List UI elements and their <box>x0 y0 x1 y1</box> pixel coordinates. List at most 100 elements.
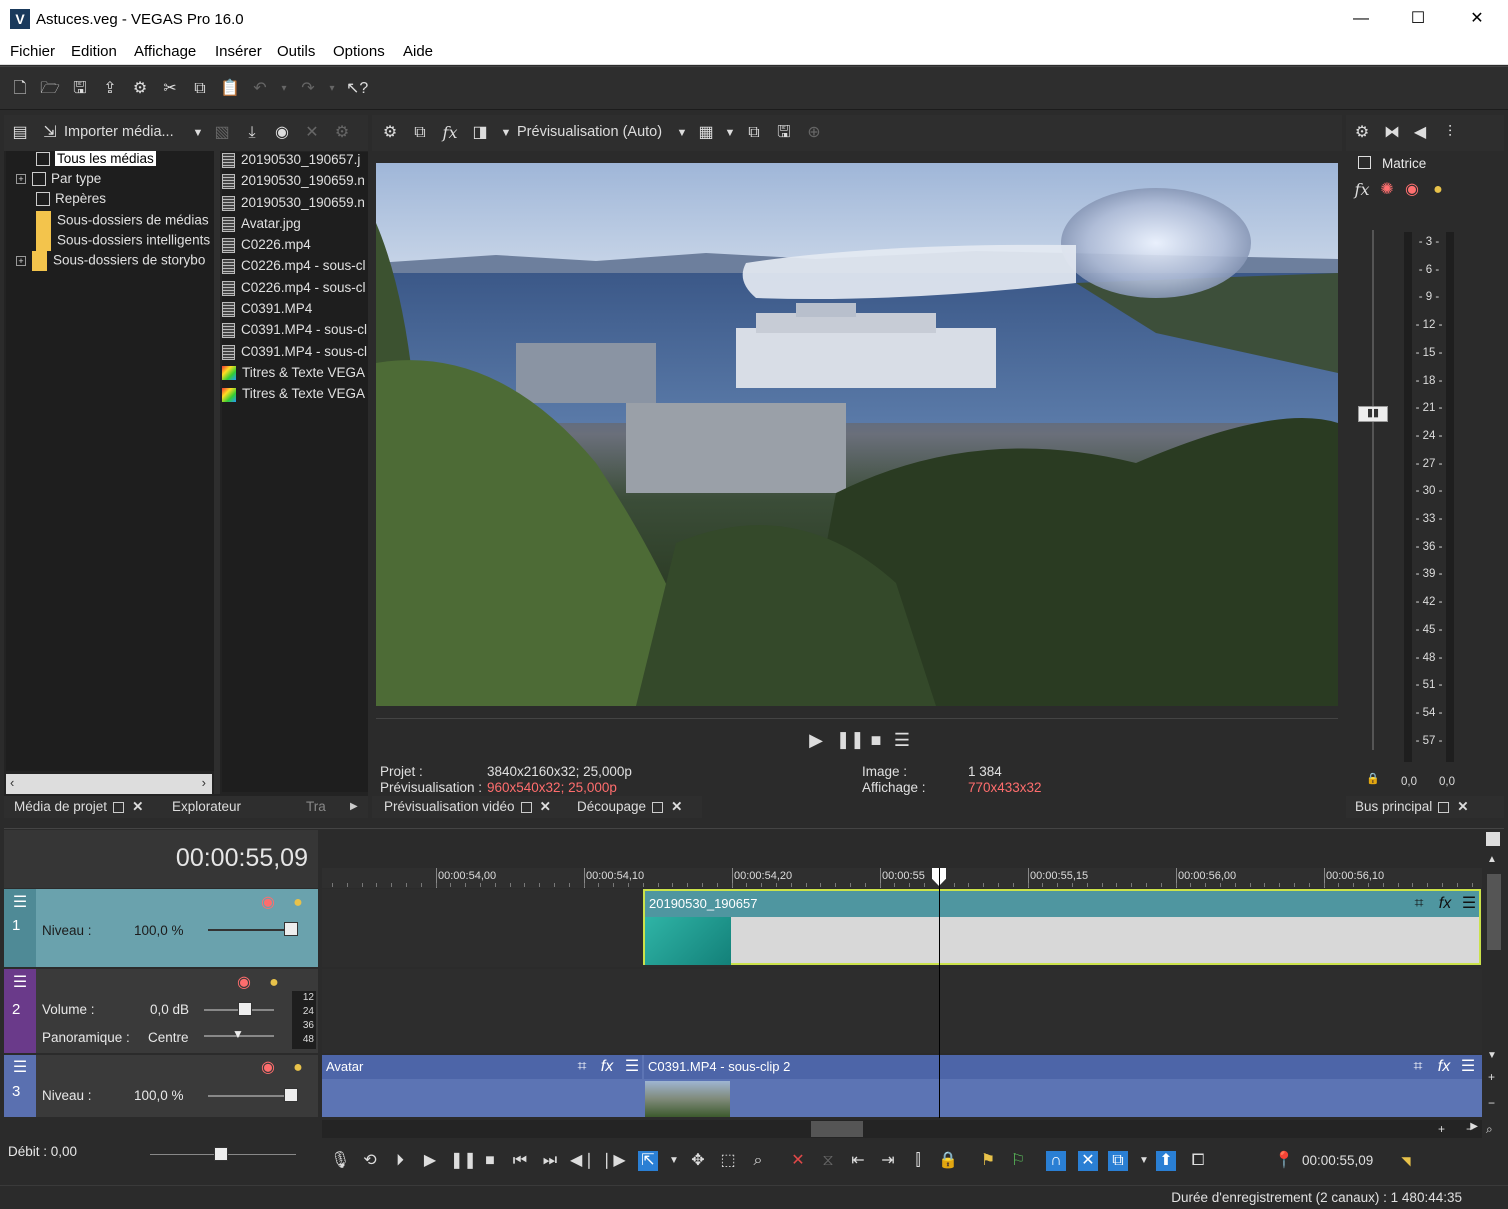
track-menu-icon[interactable]: ☰ <box>10 1058 30 1078</box>
tree-item-markers[interactable]: Repères <box>36 191 106 211</box>
import-media-icon[interactable]: ⇲ <box>40 123 60 143</box>
properties-gear-icon[interactable]: ⚙ <box>130 79 150 99</box>
scroll-up-icon[interactable]: ▲ <box>1487 854 1497 865</box>
go-to-end-icon[interactable]: ⏭ <box>540 1151 560 1171</box>
web-media-icon[interactable]: ◉ <box>272 123 292 143</box>
close-tab-icon[interactable]: ✕ <box>132 799 143 815</box>
close-tab-icon[interactable]: ✕ <box>540 799 551 815</box>
speaker-mute-icon[interactable]: ◀ <box>1410 123 1430 143</box>
track-solo-icon[interactable]: ● <box>264 973 284 993</box>
edit-tool-dropdown-icon[interactable]: ▼ <box>664 1151 684 1171</box>
clip-menu-icon[interactable]: ☰ <box>1459 894 1479 914</box>
downmix-icon[interactable]: ⧓ <box>1382 123 1402 143</box>
marker-flag-icon[interactable]: ◥ <box>1396 1151 1416 1171</box>
tab-master-bus[interactable]: Bus principal ✕ <box>1355 799 1469 815</box>
media-views-icon[interactable]: ▤ <box>10 123 30 143</box>
scroll-right-icon[interactable]: › <box>202 775 206 790</box>
undo-dropdown-icon[interactable]: ▾ <box>274 79 294 99</box>
media-file-item[interactable]: C0391.MP4 - sous-cl <box>222 322 368 343</box>
tab-project-media[interactable]: Média de projet ✕ <box>14 799 143 815</box>
auto-ripple-icon[interactable]: ⧉ <box>1108 1151 1128 1171</box>
mixer-faders-icon[interactable]: ⫶ <box>1440 123 1460 143</box>
overlays-dropdown-icon[interactable]: ▼ <box>720 123 740 143</box>
track-solo-icon[interactable]: ● <box>288 893 308 913</box>
tab-explorer[interactable]: Explorateur <box>172 799 241 814</box>
track-menu-icon[interactable]: ☰ <box>10 893 30 913</box>
stop-icon[interactable]: ■ <box>480 1151 500 1171</box>
previous-frame-icon[interactable]: ◀❘ <box>570 1151 596 1171</box>
media-file-item[interactable]: 20190530_190659.n <box>222 195 368 216</box>
media-file-item[interactable]: C0226.mp4 - sous-cl <box>222 280 368 301</box>
tab-scroll-right-icon[interactable]: ▶ <box>350 801 358 812</box>
ignore-grouping-icon[interactable]: ⧠ <box>1188 1151 1208 1171</box>
media-file-item[interactable]: Titres & Texte VEGA <box>222 365 368 386</box>
insert-region-icon[interactable]: ⚐ <box>1008 1151 1028 1171</box>
menu-fichier[interactable]: Fichier <box>10 43 55 60</box>
tab-transitions[interactable]: Tra <box>306 799 326 814</box>
minimize-icon[interactable]: — <box>1350 8 1372 30</box>
overlays-grid-icon[interactable]: ▦ <box>696 123 716 143</box>
master-fader-handle[interactable]: ▮▮ <box>1358 406 1388 422</box>
maximize-icon[interactable]: ☐ <box>1407 8 1429 30</box>
panel-splitter[interactable] <box>214 151 220 794</box>
pan-slider-handle[interactable]: ▼ <box>232 1027 244 1041</box>
remove-media-icon[interactable]: ✕ <box>302 123 322 143</box>
adjust-size-icon[interactable]: ⊕ <box>804 123 824 143</box>
undock-icon[interactable] <box>113 801 125 813</box>
volume-slider-handle[interactable] <box>238 1002 252 1016</box>
envelope-tool-icon[interactable]: ✥ <box>688 1151 708 1171</box>
track-mute-icon[interactable]: ◉ <box>234 973 254 993</box>
timeline-vertical-scrollbar[interactable]: ▲ ▼ + − <box>1484 830 1504 1118</box>
bus-fx-icon[interactable]: fx <box>1352 180 1372 200</box>
media-file-item[interactable]: C0226.mp4 <box>222 237 368 258</box>
close-icon[interactable]: ✕ <box>1466 8 1488 30</box>
delete-icon[interactable]: ✕ <box>788 1151 808 1171</box>
track-mute-icon[interactable]: ◉ <box>258 1058 278 1078</box>
split-icon[interactable]: ⫿ <box>908 1151 928 1171</box>
undock-icon[interactable] <box>520 801 532 813</box>
c0391-clip-header[interactable]: C0391.MP4 - sous-clip 2 ⌗ fx ☰ <box>644 1055 1482 1079</box>
timeline-timecode[interactable]: 00:00:55,09 <box>176 844 308 873</box>
redo-icon[interactable]: ↷ <box>298 79 318 99</box>
expand-icon[interactable]: + <box>16 174 26 185</box>
event-fx-icon[interactable]: fx <box>1434 1057 1454 1077</box>
event-pan-crop-icon[interactable]: ⌗ <box>1408 1057 1428 1077</box>
track-header-3[interactable]: ☰ 3 ◉ ● Niveau : 100,0 % <box>4 1055 318 1117</box>
video-fx-icon[interactable]: fx <box>440 123 460 143</box>
video-clip[interactable]: 20190530_190657 ⌗ fx ☰ <box>643 889 1481 965</box>
import-dropdown-icon[interactable]: ▼ <box>188 123 208 143</box>
event-fx-icon[interactable]: fx <box>1435 894 1455 914</box>
zoom-edit-tool-icon[interactable]: ⌕ <box>748 1151 768 1171</box>
media-fx-icon[interactable]: ⚙ <box>332 123 352 143</box>
expand-icon[interactable]: + <box>16 256 26 266</box>
level-slider-handle[interactable] <box>284 922 298 936</box>
paste-icon[interactable]: 📋 <box>220 79 240 99</box>
fader-lock-icon[interactable]: 🔒 <box>1366 772 1380 785</box>
menu-aide[interactable]: Aide <box>403 43 433 60</box>
cursor-time[interactable]: 00:00:55,09 <box>1302 1153 1373 1168</box>
bus-mute-icon[interactable]: ◉ <box>1402 180 1422 200</box>
media-file-item[interactable]: Avatar.jpg <box>222 216 368 237</box>
normal-edit-tool-icon[interactable]: ⇱ <box>638 1151 658 1171</box>
save-icon[interactable]: 🖫 <box>70 79 90 99</box>
event-pan-crop-icon[interactable]: ⌗ <box>572 1057 592 1077</box>
timeline-ruler[interactable]: 00:00:54,00 00:00:54,10 00:00:54,20 00:00:5… <box>322 868 1482 888</box>
menu-affichage[interactable]: Affichage <box>134 43 196 60</box>
track-mute-icon[interactable]: ◉ <box>258 893 278 913</box>
close-tab-icon[interactable]: ✕ <box>671 799 682 815</box>
close-tab-icon[interactable]: ✕ <box>1457 799 1468 815</box>
split-screen-icon[interactable]: ◨ <box>470 123 490 143</box>
cut-icon[interactable]: ✂ <box>160 79 180 99</box>
trim-start-icon[interactable]: ⇤ <box>848 1151 868 1171</box>
media-file-item[interactable]: C0391.MP4 <box>222 301 368 322</box>
get-media-icon[interactable]: ⤓ <box>242 123 262 143</box>
tree-item-all-media[interactable]: Tous les médias <box>36 151 156 171</box>
h-scroll-thumb[interactable] <box>811 1121 863 1137</box>
save-snapshot-icon[interactable]: 🖫 <box>774 123 794 143</box>
media-file-item[interactable]: 20190530_190659.n <box>222 173 368 194</box>
preview-quality-select[interactable]: Prévisualisation (Auto) <box>517 124 662 140</box>
track-header-2[interactable]: ☰ 2 ◉ ● Volume : 0,0 dB Panoramique : Ce… <box>4 969 318 1053</box>
undock-icon[interactable] <box>652 801 664 813</box>
clip-menu-icon[interactable]: ☰ <box>622 1057 642 1077</box>
menu-options[interactable]: Options <box>333 43 385 60</box>
